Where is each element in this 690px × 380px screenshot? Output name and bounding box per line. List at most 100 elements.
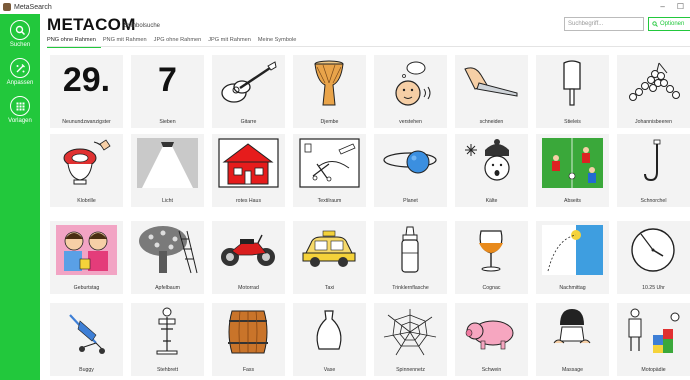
symbol-caption: Abseits [563,198,581,204]
symbol-card[interactable]: Abseits [536,134,609,207]
symbol-caption: Kälte [485,198,498,204]
symbol-card[interactable]: Apfelbaum [131,221,204,294]
symbol-card[interactable]: Motopädie [617,303,690,376]
search-icon [10,20,30,40]
symbol-caption: Djembe [320,119,339,125]
symbol-card[interactable]: Schnorchel [617,134,690,207]
symbol-caption: verstehen [399,119,422,125]
app-icon [3,3,11,11]
symbol-card[interactable]: Djembe [293,55,366,128]
minimize-button[interactable]: – [660,2,664,11]
snorkel-icon [644,139,661,182]
symbol-card[interactable]: Cognac [455,221,528,294]
symbol-caption: Geburtstag [73,285,100,291]
djembe-icon [314,60,344,106]
symbol-card[interactable]: 10.25 Uhr [617,221,690,294]
search-icon [652,21,658,27]
symbol-card[interactable]: Stehbrett [131,303,204,376]
ceiling-light-icon [137,138,198,188]
symbol-caption: Planet [403,198,418,204]
motorcycle-icon [221,234,275,266]
symbol-caption: Trinklernflasche [392,285,429,291]
sidebar-item-label: Suchen [9,42,31,48]
symbol-card[interactable]: Geburtstag [50,221,123,294]
spider-web-icon [383,309,437,356]
symbol-card[interactable]: Motorrad [212,221,285,294]
symbol-card[interactable]: Trinklernflasche [374,221,447,294]
symbol-card[interactable]: 7 Sieben [131,55,204,128]
tab-divider [47,46,690,47]
symbol-number: 29. [62,61,111,99]
window-title: MetaSearch [14,3,52,11]
symbol-caption: Apfelbaum [155,285,180,291]
maximize-button[interactable]: ☐ [677,2,684,11]
popsicle-icon [563,60,581,106]
symbol-caption: schneiden [479,119,504,125]
symbol-card[interactable]: Spinnennetz [374,303,447,376]
symbol-card[interactable]: verstehen [374,55,447,128]
symbol-card[interactable]: Textilraum [293,134,366,207]
symbol-card[interactable]: Buggy [50,303,123,376]
symbol-card[interactable]: Johannisbeeren [617,55,690,128]
symbol-card[interactable]: Kälte [455,134,528,207]
search-input[interactable]: Suchbegriff... [564,17,644,31]
sidebar-item-search[interactable]: Suchen [0,20,40,48]
symbol-caption: rotes Haus [235,198,262,204]
symbol-caption: Schwein [481,367,502,373]
symbol-caption: Schnorchel [640,198,667,204]
sliders-icon [10,58,30,78]
symbol-card[interactable]: Planet [374,134,447,207]
symbol-caption: Stieleis [564,119,581,125]
symbol-caption: Fass [242,367,255,373]
buggy-icon [69,314,105,354]
symbol-card[interactable]: Nachmittag [536,221,609,294]
toilet-seat-icon [63,139,111,185]
currants-icon [629,62,680,101]
symbol-card[interactable]: Massage [536,303,609,376]
sidebar-item-label: Vorlagen [8,118,32,124]
symbol-grid: 29. Neunundzwanzigster 7 Sieben Gitarre … [46,51,690,380]
app-subtitle: Symbolsuche [124,23,161,29]
symbol-card[interactable]: Vase [293,303,366,376]
sidebar-item-customize[interactable]: Anpassen [0,58,40,86]
symbol-card[interactable]: Schwein [455,303,528,376]
symbol-card[interactable]: Licht [131,134,204,207]
app-logo: METACOM [47,15,136,34]
symbol-card[interactable]: 29. Neunundzwanzigster [50,55,123,128]
symbol-caption: Motorrad [238,285,259,291]
sidebar-item-templates[interactable]: Vorlagen [0,96,40,124]
symbol-card[interactable]: Stieleis [536,55,609,128]
sidebar: Suchen Anpassen Vorlagen [0,14,40,380]
cutting-icon [464,67,518,97]
planet-icon [383,150,437,174]
symbol-caption: Stehbrett [156,367,179,373]
options-label: Optionen [660,21,685,27]
symbol-caption: Klobrille [77,198,96,204]
symbol-card[interactable]: Klobrille [50,134,123,207]
symbol-caption: Massage [561,367,584,373]
symbol-caption: Nachmittag [559,285,586,291]
symbol-caption: Textilraum [317,198,342,204]
massage-icon [553,309,591,344]
options-button[interactable]: Optionen [648,17,690,31]
afternoon-icon [542,225,603,275]
symbol-caption: 10.25 Uhr [642,285,665,291]
header: METACOM Symbolsuche Suchbegriff... Optio… [40,14,690,36]
symbol-caption: Sieben [159,119,176,125]
symbol-caption: Vase [323,367,336,373]
vase-icon [316,310,342,350]
symbol-caption: Buggy [79,367,94,373]
sidebar-item-label: Anpassen [6,80,34,86]
symbol-caption: Spinnennetz [396,367,425,373]
symbol-card[interactable]: rotes Haus [212,134,285,207]
symbol-caption: Neunundzwanzigster [62,119,111,125]
symbol-card[interactable]: Fass [212,303,285,376]
symbol-caption: Motopädie [641,367,666,373]
sippy-cup-icon [401,226,419,273]
symbol-card[interactable]: Gitarre [212,55,285,128]
symbol-card[interactable]: Taxi [293,221,366,294]
pig-icon [465,320,514,350]
red-house-icon [218,138,279,188]
symbol-card[interactable]: schneiden [455,55,528,128]
apple-tree-icon [139,226,198,274]
